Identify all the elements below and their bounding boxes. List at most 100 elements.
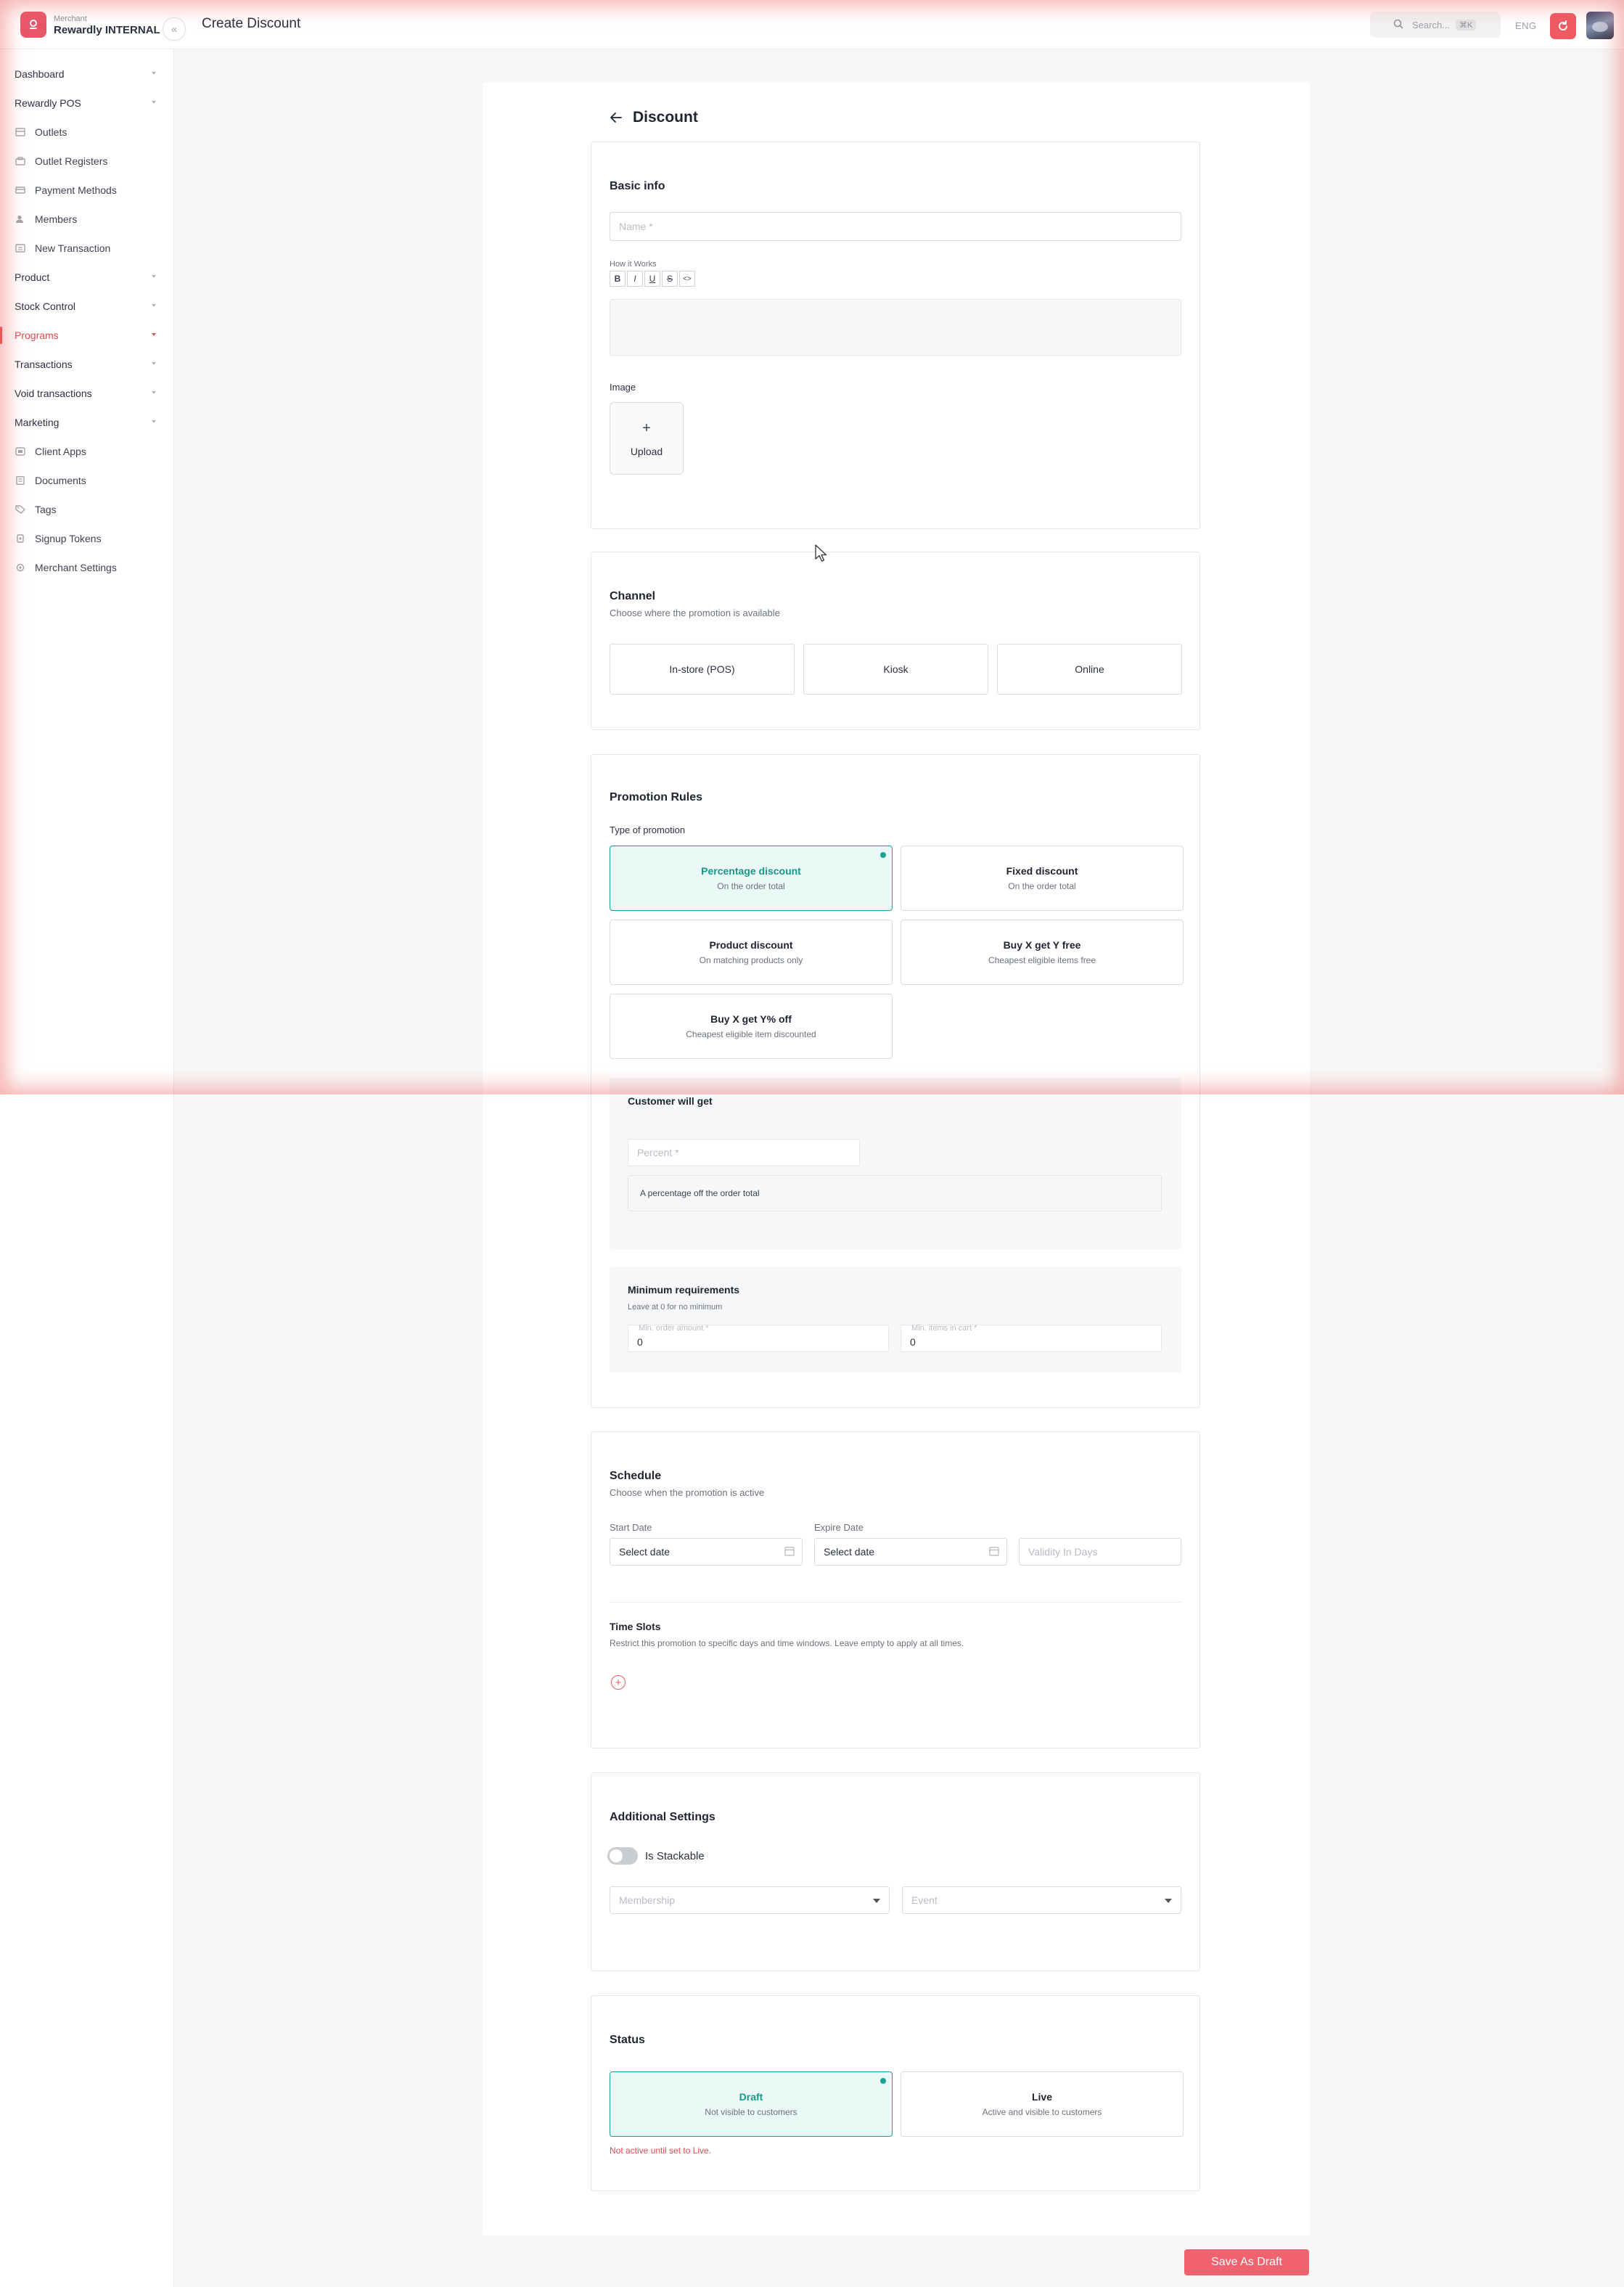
add-time-slot-button[interactable]: + <box>611 1675 626 1690</box>
sidebar-item-rewardly-pos[interactable]: Rewardly POS <box>0 90 174 116</box>
sidebar-item-void-transactions[interactable]: Void transactions <box>0 380 174 406</box>
sidebar-item-transactions[interactable]: Transactions <box>0 351 174 377</box>
global-search[interactable]: Search... ⌘K <box>1370 12 1501 38</box>
time-slots-description: Restrict this promotion to specific days… <box>610 1638 964 1648</box>
panel-title: Customer will get <box>628 1095 713 1107</box>
how-it-works-editor[interactable] <box>610 299 1181 356</box>
sidebar-item-tags[interactable]: Tags <box>0 496 174 523</box>
chevron-down-icon <box>152 275 156 278</box>
promotion-type-bxgy-percent[interactable]: Buy X get Y% off Cheapest eligible item … <box>610 994 893 1059</box>
time-slots-title: Time Slots <box>610 1621 661 1632</box>
min-items-input[interactable]: Min. items in cart * 0 <box>901 1324 1162 1352</box>
option-title: Buy X get Y free <box>1003 939 1081 951</box>
promotion-type-fixed[interactable]: Fixed discount On the order total <box>901 846 1184 911</box>
sidebar-item-stock-control[interactable]: Stock Control <box>0 293 174 319</box>
validity-placeholder: Validity In Days <box>1028 1546 1098 1558</box>
sidebar-item-label: Signup Tokens <box>35 533 102 544</box>
status-option-draft[interactable]: Draft Not visible to customers <box>610 2071 893 2137</box>
sidebar-item-label: Rewardly POS <box>15 97 81 109</box>
sidebar-item-label: New Transaction <box>35 242 111 254</box>
promotion-type-bxgy-free[interactable]: Buy X get Y free Cheapest eligible items… <box>901 920 1184 985</box>
status-option-live[interactable]: Live Active and visible to customers <box>901 2071 1184 2137</box>
bold-button[interactable]: B <box>610 271 626 287</box>
sidebar-item-merchant-settings[interactable]: Merchant Settings <box>0 555 174 581</box>
membership-select[interactable]: Membership <box>610 1886 890 1914</box>
validity-days-input[interactable]: Validity In Days <box>1019 1538 1181 1566</box>
sidebar-item-label: Merchant Settings <box>35 562 117 573</box>
option-title: Live <box>1031 2091 1052 2103</box>
sidebar-item-programs[interactable]: Programs <box>0 322 174 348</box>
sidebar-item-payment-methods[interactable]: Payment Methods <box>0 177 174 203</box>
chevron-down-icon <box>152 420 156 423</box>
collapse-sidebar-button[interactable]: « <box>163 17 186 41</box>
percent-input[interactable]: Percent * <box>628 1139 860 1166</box>
double-chevron-left-icon: « <box>171 22 178 36</box>
event-select[interactable]: Event <box>902 1886 1181 1914</box>
sidebar-item-members[interactable]: Members <box>0 206 174 232</box>
plus-circle-icon: + <box>615 1676 622 1689</box>
caret-down-icon <box>1165 1899 1172 1903</box>
sidebar: Dashboard Rewardly POS Outlets Outlet Re… <box>0 49 174 2287</box>
sidebar-item-signup-tokens[interactable]: Signup Tokens <box>0 525 174 552</box>
underline-button[interactable]: U <box>644 271 660 287</box>
sidebar-item-documents[interactable]: Documents <box>0 467 174 494</box>
image-upload-button[interactable]: + Upload <box>610 402 684 475</box>
sidebar-item-label: Void transactions <box>15 388 92 399</box>
channel-option-kiosk[interactable]: Kiosk <box>803 644 988 695</box>
brand-logo-icon[interactable] <box>20 12 46 38</box>
sidebar-item-label: Marketing <box>15 417 60 428</box>
refresh-button[interactable] <box>1550 13 1576 39</box>
sidebar-item-label: Outlets <box>35 126 67 138</box>
stackable-toggle[interactable] <box>607 1847 638 1865</box>
section-title: Status <box>610 2034 645 2046</box>
sidebar-item-label: Tags <box>35 504 57 515</box>
option-title: Product discount <box>709 939 793 951</box>
sidebar-item-new-transaction[interactable]: New Transaction <box>0 235 174 261</box>
sidebar-item-product[interactable]: Product <box>0 264 174 290</box>
language-switcher[interactable]: ENG <box>1515 20 1537 31</box>
option-description: Not visible to customers <box>705 2107 797 2117</box>
channel-option-online[interactable]: Online <box>997 644 1182 695</box>
sidebar-item-label: Client Apps <box>35 446 86 457</box>
basic-info-section: Basic info Name * How it Works B I U S <… <box>591 142 1200 529</box>
expire-date-value: Select date <box>824 1546 875 1558</box>
minimum-requirements-panel: Minimum requirements Leave at 0 for no m… <box>610 1267 1181 1372</box>
section-title: Channel <box>610 590 656 602</box>
promotion-type-label: Type of promotion <box>610 825 686 835</box>
option-description: Cheapest eligible item discounted <box>686 1029 816 1039</box>
expire-date-picker[interactable]: Select date <box>814 1538 1007 1566</box>
option-description: Cheapest eligible items free <box>988 955 1096 965</box>
panel-subtitle: Leave at 0 for no minimum <box>628 1303 723 1312</box>
user-avatar[interactable] <box>1586 12 1614 39</box>
name-input[interactable]: Name * <box>610 212 1181 241</box>
section-title: Schedule <box>610 1470 662 1482</box>
start-date-picker[interactable]: Select date <box>610 1538 803 1566</box>
plus-icon: + <box>642 420 651 436</box>
back-arrow-icon[interactable] <box>608 110 624 126</box>
option-description: Active and visible to customers <box>982 2107 1102 2117</box>
sidebar-item-label: Outlet Registers <box>35 155 108 167</box>
promotion-type-percentage[interactable]: Percentage discount On the order total <box>610 846 893 911</box>
option-description: On the order total <box>1008 881 1076 891</box>
refresh-icon <box>1559 20 1567 30</box>
percent-placeholder: Percent * <box>637 1147 679 1158</box>
field-value: 0 <box>910 1336 916 1348</box>
min-order-amount-input[interactable]: Min. order amount * 0 <box>628 1324 889 1352</box>
option-title: Fixed discount <box>1006 865 1078 877</box>
caret-down-icon <box>873 1899 880 1903</box>
italic-button[interactable]: I <box>627 271 643 287</box>
sidebar-item-client-apps[interactable]: Client Apps <box>0 438 174 465</box>
channel-option-pos[interactable]: In-store (POS) <box>610 644 795 695</box>
option-title: Draft <box>739 2091 763 2103</box>
section-subtitle: Choose when the promotion is active <box>610 1487 765 1498</box>
sidebar-item-outlets[interactable]: Outlets <box>0 119 174 145</box>
sidebar-item-outlet-registers[interactable]: Outlet Registers <box>0 148 174 174</box>
code-button[interactable]: <> <box>679 271 695 287</box>
promotion-type-product[interactable]: Product discount On matching products on… <box>610 920 893 985</box>
brand-caption: Merchant <box>54 15 87 23</box>
sidebar-item-marketing[interactable]: Marketing <box>0 409 174 435</box>
top-header: Merchant Rewardly INTERNAL « Create Disc… <box>0 0 1624 49</box>
sidebar-item-dashboard[interactable]: Dashboard <box>0 61 174 87</box>
save-as-draft-button[interactable]: Save As Draft <box>1184 2249 1309 2275</box>
strikethrough-button[interactable]: S <box>662 271 678 287</box>
